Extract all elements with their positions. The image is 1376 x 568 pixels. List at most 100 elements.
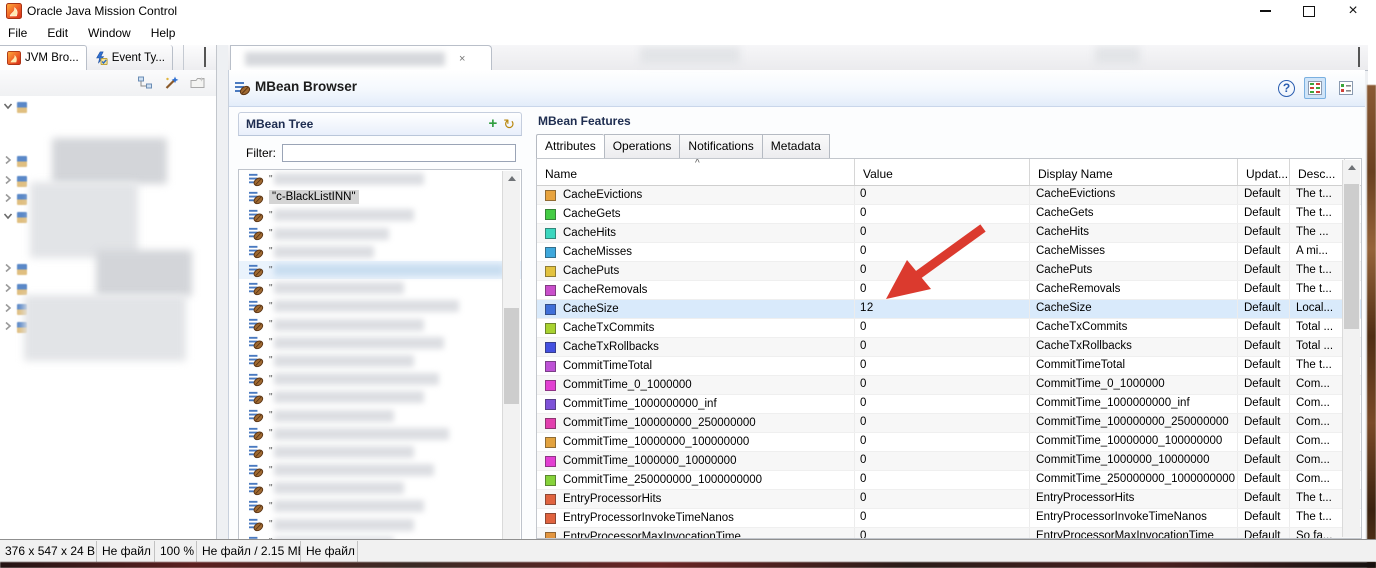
editor-tab-close-icon[interactable]: × xyxy=(459,53,465,65)
tree-item[interactable]: " xyxy=(239,170,521,188)
mbean-tree-scrollbar[interactable] xyxy=(502,171,520,539)
column-header-desc[interactable]: Desc... xyxy=(1290,159,1345,185)
chevron-down-icon[interactable] xyxy=(3,98,13,116)
mbean-icon xyxy=(249,372,264,387)
attribute-row-CommitTime_100000000_250000000[interactable]: CommitTime_100000000_2500000000CommitTim… xyxy=(537,414,1361,433)
scroll-up-icon[interactable] xyxy=(503,171,520,186)
redacted-region xyxy=(52,138,167,184)
attribute-row-CommitTime_250000000_1000000000[interactable]: CommitTime_250000000_10000000000CommitTi… xyxy=(537,471,1361,490)
editor-tab[interactable]: × xyxy=(230,45,492,71)
tab-operations[interactable]: Operations xyxy=(604,134,680,159)
form-header: MBean Browser ? xyxy=(229,70,1365,107)
tree-item[interactable]: " xyxy=(239,461,521,479)
tree-node-icon xyxy=(17,264,27,275)
chevron-right-icon[interactable] xyxy=(3,318,13,336)
menu-help[interactable]: Help xyxy=(141,22,186,45)
tab-attributes[interactable]: Attributes xyxy=(536,134,604,159)
tree-item[interactable]: " xyxy=(239,297,521,315)
attribute-row-EntryProcessorMaxInvocationTime[interactable]: EntryProcessorMaxInvocationTime0EntryPro… xyxy=(537,528,1361,539)
minimize-icon[interactable] xyxy=(1256,3,1274,19)
maximize-icon[interactable] xyxy=(1300,3,1318,19)
attribute-description: Com... xyxy=(1290,414,1345,432)
chevron-right-icon[interactable] xyxy=(3,152,13,170)
menu-window[interactable]: Window xyxy=(78,22,141,45)
attribute-row-CacheEvictions[interactable]: CacheEvictions0CacheEvictionsDefaultThe … xyxy=(537,186,1361,205)
attribute-row-CacheRemovals[interactable]: CacheRemovals0CacheRemovalsDefaultThe t.… xyxy=(537,281,1361,300)
chevron-right-icon[interactable] xyxy=(3,190,13,208)
attribute-row-CacheTxCommits[interactable]: CacheTxCommits0CacheTxCommitsDefaultTota… xyxy=(537,319,1361,338)
tree-item[interactable]: " xyxy=(239,425,521,443)
attribute-row-CacheGets[interactable]: CacheGets0CacheGetsDefaultThe t... xyxy=(537,205,1361,224)
attribute-row-CommitTime_10000000_100000000[interactable]: CommitTime_10000000_1000000000CommitTime… xyxy=(537,433,1361,452)
chevron-down-icon[interactable] xyxy=(3,208,13,226)
chevron-right-icon[interactable] xyxy=(3,280,13,298)
attribute-row-CommitTime_1000000000_inf[interactable]: CommitTime_1000000000_inf0CommitTime_100… xyxy=(537,395,1361,414)
scroll-up-icon[interactable] xyxy=(1343,160,1360,175)
tree-layout-icon[interactable] xyxy=(137,75,154,91)
close-icon[interactable]: × xyxy=(1344,3,1362,19)
tree-item[interactable]: " xyxy=(239,479,521,497)
attribute-row-CommitTimeTotal[interactable]: CommitTimeTotal0CommitTimeTotalDefaultTh… xyxy=(537,357,1361,376)
attribute-row-EntryProcessorInvokeTimeNanos[interactable]: EntryProcessorInvokeTimeNanos0EntryProce… xyxy=(537,509,1361,528)
attribute-row-CacheTxRollbacks[interactable]: CacheTxRollbacks0CacheTxRollbacksDefault… xyxy=(537,338,1361,357)
new-folder-icon[interactable] xyxy=(189,75,206,91)
column-header-name[interactable]: Name^ xyxy=(537,159,855,185)
left-tree-node[interactable] xyxy=(3,260,27,278)
attribute-row-CacheHits[interactable]: CacheHits0CacheHitsDefaultThe ... xyxy=(537,224,1361,243)
attribute-update: Default xyxy=(1238,414,1290,432)
tab-jvm-browser[interactable]: JVM Bro... xyxy=(0,45,87,70)
tree-item[interactable]: " xyxy=(239,225,521,243)
attribute-row-CommitTime_1000000_10000000[interactable]: CommitTime_1000000_100000000CommitTime_1… xyxy=(537,452,1361,471)
left-tree-node[interactable] xyxy=(3,208,27,226)
menu-file[interactable]: File xyxy=(0,22,37,45)
tree-item-selected[interactable]: "c-BlackListINN" xyxy=(239,188,521,206)
tab-event-types[interactable]: Event Ty... xyxy=(87,45,173,70)
column-header-updat[interactable]: Updat... xyxy=(1238,159,1290,185)
menu-edit[interactable]: Edit xyxy=(37,22,78,45)
attribute-type-icon xyxy=(545,361,556,372)
attribute-row-CacheSize[interactable]: CacheSize12CacheSizeDefaultLocal... xyxy=(537,300,1361,319)
attribute-row-CachePuts[interactable]: CachePuts0CachePutsDefaultThe t... xyxy=(537,262,1361,281)
column-header-displayname[interactable]: Display Name xyxy=(1030,159,1238,185)
tree-item[interactable]: " xyxy=(239,279,521,297)
layout-toggle-vertical-icon[interactable] xyxy=(1304,77,1326,99)
scrollbar-thumb[interactable] xyxy=(1344,184,1359,329)
attributes-table-scrollbar[interactable] xyxy=(1342,160,1360,537)
tree-item[interactable]: " xyxy=(239,516,521,534)
scrollbar-thumb[interactable] xyxy=(504,308,519,404)
chevron-right-icon[interactable] xyxy=(3,300,13,318)
attribute-name: CacheTxCommits xyxy=(563,320,654,337)
help-icon[interactable]: ? xyxy=(1278,80,1295,97)
tree-item[interactable]: " xyxy=(239,388,521,406)
wand-icon[interactable] xyxy=(163,75,180,91)
chevron-right-icon[interactable] xyxy=(3,260,13,278)
chevron-right-icon[interactable] xyxy=(3,172,13,190)
tree-item[interactable]: " xyxy=(239,206,521,224)
left-tree-node[interactable] xyxy=(3,172,27,190)
tree-item[interactable]: " xyxy=(239,261,521,279)
left-tree-node[interactable] xyxy=(3,190,27,208)
tree-item[interactable]: " xyxy=(239,443,521,461)
view-maximize-icon[interactable] xyxy=(204,49,206,67)
tree-item[interactable]: " xyxy=(239,497,521,515)
editor-maximize-icon[interactable] xyxy=(1358,49,1360,67)
left-tree-node[interactable] xyxy=(3,152,27,170)
left-tree-node[interactable] xyxy=(3,98,27,116)
refresh-icon[interactable]: ↻ xyxy=(503,117,515,131)
column-header-value[interactable]: Value xyxy=(855,159,1030,185)
tree-item[interactable]: " xyxy=(239,243,521,261)
tab-notifications[interactable]: Notifications xyxy=(679,134,761,159)
tree-item[interactable]: " xyxy=(239,334,521,352)
attribute-row-CacheMisses[interactable]: CacheMisses0CacheMissesDefaultA mi... xyxy=(537,243,1361,262)
attribute-row-EntryProcessorHits[interactable]: EntryProcessorHits0EntryProcessorHitsDef… xyxy=(537,490,1361,509)
tree-item[interactable]: " xyxy=(239,316,521,334)
add-mbean-icon[interactable]: + xyxy=(489,117,498,131)
filter-input[interactable] xyxy=(282,144,516,162)
tree-item[interactable]: " xyxy=(239,370,521,388)
tree-item[interactable]: " xyxy=(239,352,521,370)
tab-metadata[interactable]: Metadata xyxy=(762,134,830,159)
attribute-row-CommitTime_0_1000000[interactable]: CommitTime_0_10000000CommitTime_0_100000… xyxy=(537,376,1361,395)
tree-item[interactable]: " xyxy=(239,406,521,424)
mbean-tree-header: MBean Tree + ↻ xyxy=(238,112,522,136)
layout-toggle-list-icon[interactable] xyxy=(1335,77,1357,99)
